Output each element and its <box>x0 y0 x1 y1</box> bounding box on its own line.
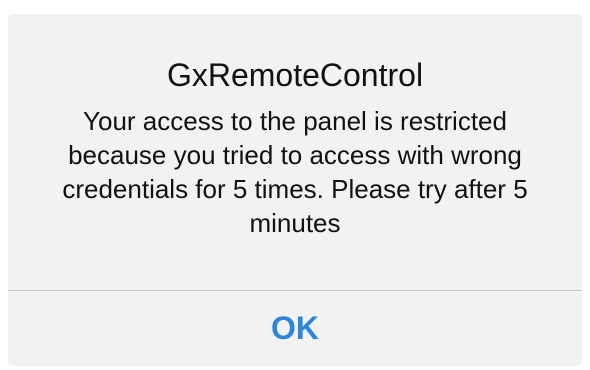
alert-message: Your access to the panel is restricted b… <box>62 106 528 238</box>
ok-button[interactable]: OK <box>8 291 582 366</box>
alert-title: GxRemoteControl <box>166 57 424 93</box>
alert-dialog: GxRemoteControl Your access to the panel… <box>8 14 582 366</box>
